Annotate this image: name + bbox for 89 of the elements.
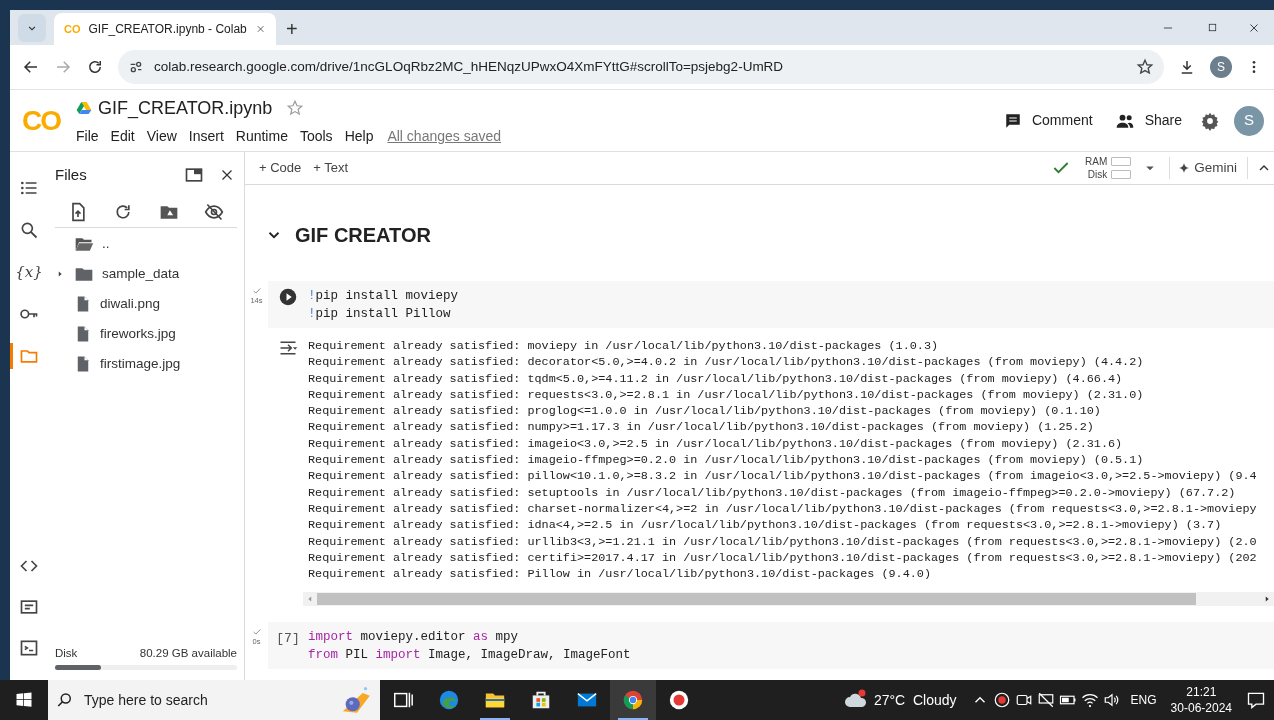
site-settings-icon[interactable] (128, 59, 144, 75)
code-cell[interactable]: [7] import moviepy.editor as mpy from PIL import Image, ImageDraw, ImageFont (268, 622, 1274, 670)
gemini-button[interactable]: Gemini (1178, 157, 1237, 179)
menu-item[interactable]: Runtime (235, 125, 288, 147)
menu-item[interactable]: Help (344, 125, 374, 147)
code-line: import moviepy.editor as mpy (308, 629, 520, 647)
output-line: Requirement already satisfied: moviepy in /usr/local/lib/python3.10/dist-packages (1.0.3) (308, 338, 940, 355)
menu-item[interactable]: Edit (110, 125, 135, 147)
check-icon (251, 627, 262, 638)
search-icon[interactable] (19, 220, 39, 240)
output-line: Requirement already satisfied: proglog<=1.0.0 in /usr/local/lib/python3.10/dist-packages (from moviepy) (0.1.10) (308, 403, 1102, 420)
tab-favicon: CO (64, 23, 81, 35)
output-line: Requirement already satisfied: urllib3<3,>=1.21.1 in /usr/local/lib/python3.10/dist-packages (from requests<3.0,>=2.8.1->moviepy) (2.0 (308, 533, 1257, 550)
taskbar-app[interactable] (610, 680, 656, 720)
output-line: Requirement already satisfied: certifi>=2017.4.17 in /usr/local/lib/python3.10/dist-packages (from requests<3.0,>=2.8.1->moviepy) (202 (308, 549, 1257, 567)
output-line: Requirement already satisfied: charset-normalizer<4,>=2 in /usr/local/lib/python3.10/dist-packages (from requests<3.0,>=2.8.1->moviepy (308, 500, 1257, 518)
drive-icon (76, 100, 92, 116)
output-line: Requirement already satisfied: setuptools in /usr/local/lib/python3.10/dist-packages (from imageio-ffmpeg>=0.2.0->moviepy) (67.7.2) (308, 484, 1237, 501)
taskbar-search-field[interactable]: Type here to search (48, 680, 380, 720)
output-line: Requirement already satisfied: requests<3.0,>=2.8.1 in /usr/local/lib/python3.10/dist-packages (from moviepy) (2.31.0) (308, 386, 1145, 404)
code-cell[interactable]: !pip install moviepy !pip install Pillow (268, 281, 1274, 328)
settings-icon[interactable] (1200, 110, 1220, 131)
file-tree-item[interactable]: firstimage.jpg (48, 349, 244, 379)
search-icon (56, 691, 74, 709)
hide-icon[interactable] (204, 201, 225, 222)
bookmark-star-icon[interactable] (1136, 58, 1154, 76)
save-status-link[interactable]: All changes saved (387, 125, 502, 147)
output-line: Requirement already satisfied: imageio-ffmpeg>=0.2.0 in /usr/local/lib/python3.10/dist-packages (from moviepy) (0.5.1) (308, 452, 1145, 469)
comment-button[interactable]: Comment (995, 104, 1101, 137)
language-indicator[interactable]: ENG (1130, 691, 1157, 709)
share-button[interactable]: Share (1106, 104, 1190, 137)
new-tab-button[interactable]: + (286, 19, 298, 39)
output-line: Requirement already satisfied: decorator<5.0,>=4.0.2 in /usr/local/lib/python3.10/dist-packages (from moviepy) (4.4.2) (308, 354, 1145, 371)
disk-label: Disk (55, 645, 78, 661)
back-icon[interactable] (22, 58, 40, 76)
tab-title: GIF_CREATOR.ipynb - Colab (88, 21, 247, 38)
code-line: !pip install moviepy (308, 288, 459, 305)
open-in-window-icon[interactable] (184, 165, 204, 185)
variables-icon[interactable]: {x} (15, 260, 43, 284)
panel-title: Files (55, 164, 88, 185)
scrollbar-thumb[interactable] (317, 593, 1196, 606)
browser-icon (438, 689, 460, 711)
record-icon[interactable] (992, 691, 1011, 709)
file-tree-item[interactable]: sample_data (48, 259, 244, 289)
horizontal-scrollbar[interactable] (303, 592, 1274, 607)
volume-icon[interactable] (1102, 691, 1121, 709)
clock-date[interactable]: 30-06-2024 (1170, 700, 1232, 716)
windows-icon (15, 691, 33, 709)
add-cell-button[interactable]: + Text (313, 158, 349, 178)
resource-monitor[interactable]: RAM Disk (1085, 155, 1132, 181)
check-icon (251, 286, 262, 296)
disk-available-text: 80.29 GB available (139, 645, 237, 661)
menu-item[interactable]: Insert (188, 125, 224, 147)
display-icon[interactable] (1036, 691, 1055, 709)
output-line: Requirement already satisfied: Pillow in /usr/local/lib/python3.10/dist-packages (9.4.0) (308, 566, 932, 583)
weather-widget[interactable]: 27°C Cloudy (843, 688, 957, 712)
reload-icon[interactable] (86, 58, 104, 76)
code-line: !pip install Pillow (308, 306, 452, 323)
browser-tab[interactable]: CO GIF_CREATOR.ipynb - Colab (54, 13, 276, 45)
run-button-icon[interactable] (279, 288, 297, 306)
execution-count: [7] (276, 630, 300, 649)
wifi-icon[interactable] (1080, 691, 1099, 709)
profile-avatar[interactable]: S (1210, 56, 1232, 78)
comment-icon (1003, 111, 1022, 130)
notification-icon[interactable] (1246, 690, 1266, 710)
notebook-title[interactable]: GIF_CREATOR.ipynb (98, 94, 273, 122)
output-line: Requirement already satisfied: imageio<3.0,>=2.5 in /usr/local/lib/python3.10/dist-packages (from moviepy) (2.31.6) (308, 435, 1124, 453)
section-heading: GIF CREATOR (295, 223, 431, 248)
output-actions-icon[interactable] (278, 338, 298, 358)
menu-item[interactable]: Tools (299, 125, 333, 147)
file-tree-item[interactable]: diwali.png (48, 289, 244, 319)
menu-item[interactable]: View (146, 125, 177, 147)
url-text: colab.research.google.com/drive/1ncGLOqRbz2MC_hHENqzUPwxO4XmFYttG#scrollTo=psjebg2-UmRD (154, 57, 785, 76)
output-line: Requirement already satisfied: pillow<10.1.0,>=8.3.2 in /usr/local/lib/python3.10/dist-packages (from imageio<3.0,>=2.5->moviepy) (9.4 (308, 468, 1257, 485)
code-line: from PIL import Image, ImageDraw, ImageFont (308, 647, 631, 665)
browser-icon (622, 689, 644, 711)
menu-item[interactable]: File (76, 125, 99, 147)
record-icon (668, 689, 690, 711)
store-icon (530, 689, 552, 711)
output-line: Requirement already satisfied: numpy>=1.17.3 in /usr/local/lib/python3.10/dist-packages (from moviepy) (1.25.2) (308, 419, 1095, 436)
star-icon[interactable] (286, 99, 305, 117)
file-tree-item[interactable]: fireworks.jpg (48, 319, 244, 349)
output-line: Requirement already satisfied: tqdm<5.0,>=4.11.2 in /usr/local/lib/python3.10/dist-packages (from moviepy) (4.66.4) (308, 370, 1124, 387)
address-bar[interactable]: colab.research.google.com/drive/1ncGLOqRbz2MC_hHENqzUPwxO4XmFYttG#scrollTo=psjebg2-UmRD (118, 50, 1164, 84)
sparkle-icon (1178, 162, 1191, 174)
output-line: Requirement already satisfied: idna<4,>=2.5 in /usr/local/lib/python3.10/dist-packages (from requests<3.0,>=2.8.1->moviepy) (3.7) (308, 517, 1223, 534)
clock-time[interactable]: 21:21 (1186, 684, 1217, 700)
add-cell-button[interactable]: + Code (259, 158, 302, 178)
file-tree-item[interactable]: .. (48, 229, 244, 259)
